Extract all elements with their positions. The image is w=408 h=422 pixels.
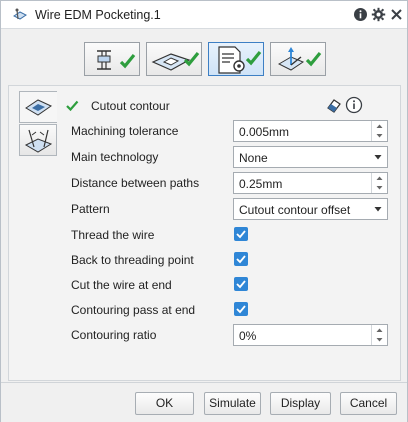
pattern-row: Pattern Cutout contour offset [57,198,397,220]
spin-down-icon[interactable] [372,131,387,141]
back-to-threading-point-label: Back to threading point [71,253,194,267]
distance-between-paths-row: Distance between paths 0.25mm [57,172,397,194]
strategy-parameters-icon [218,46,262,74]
title-bar: Wire EDM Pocketing.1 [1,1,407,29]
checkbox-check-icon [236,255,246,264]
strategy-tabs [1,36,407,82]
contouring-ratio-value: 0% [239,329,257,343]
spin-down-icon[interactable] [372,183,387,193]
macro-axis-icon [277,47,322,71]
distance-between-paths-value: 0.25mm [239,177,283,191]
checkbox-check-icon [236,305,246,314]
sidebar-tabs [19,91,57,159]
pattern-select[interactable]: Cutout contour offset [233,198,388,220]
tab-tool-assembly[interactable] [84,42,140,76]
contouring-pass-at-end-label: Contouring pass at end [71,303,196,317]
thread-the-wire-label: Thread the wire [71,228,155,242]
contouring-pass-at-end-checkbox[interactable] [234,302,248,316]
wire-edm-icon [13,8,27,20]
contouring-ratio-input[interactable]: 0% [233,324,388,346]
cutout-contour-icon [25,99,53,116]
chevron-down-icon [374,207,382,212]
display-button[interactable]: Display [270,392,331,415]
checkbox-check-icon [236,230,246,239]
machining-tolerance-input[interactable]: 0.005mm [233,120,388,142]
pattern-value: Cutout contour offset [239,203,351,217]
gear-icon[interactable] [371,7,386,22]
info-icon[interactable] [345,96,363,114]
machining-tolerance-label: Machining tolerance [71,124,179,138]
spin-down-icon[interactable] [372,335,387,345]
main-technology-select[interactable]: None [233,146,388,168]
cancel-button[interactable]: Cancel [340,392,397,415]
tab-strategy-parameters[interactable] [208,42,264,76]
chevron-down-icon [374,155,382,160]
distance-between-paths-label: Distance between paths [71,176,200,190]
back-to-threading-point-checkbox[interactable] [234,252,248,266]
section-title: Cutout contour [91,99,170,113]
dialog-footer: OK Simulate Display Cancel [1,382,407,422]
spinner [371,173,387,193]
spinner [371,325,387,345]
dialog-window: Wire EDM Pocketing.1 Cutout contour Mach… [0,0,408,422]
tool-assembly-icon [97,50,136,70]
contouring-ratio-row: Contouring ratio 0% [57,324,397,346]
cut-wire-at-end-checkbox[interactable] [234,277,248,291]
spin-up-icon[interactable] [372,173,387,183]
back-to-threading-point-row: Back to threading point [57,249,397,271]
pattern-label: Pattern [71,202,110,216]
machining-tolerance-value: 0.005mm [239,125,290,139]
sidebar-item-cutout-contour[interactable] [19,91,57,123]
thread-the-wire-row: Thread the wire [57,224,397,246]
main-technology-label: Main technology [71,150,159,164]
checkbox-check-icon [236,280,246,289]
info-icon[interactable] [353,7,368,22]
simulate-button[interactable]: Simulate [204,392,261,415]
distance-between-paths-input[interactable]: 0.25mm [233,172,388,194]
cut-wire-at-end-row: Cut the wire at end [57,274,397,296]
spin-up-icon[interactable] [372,121,387,131]
contouring-ratio-label: Contouring ratio [71,328,157,342]
eraser-icon[interactable] [325,96,343,114]
tab-geometry[interactable] [146,42,202,76]
main-technology-row: Main technology None [57,146,397,168]
contouring-pass-at-end-row: Contouring pass at end [57,299,397,321]
thread-the-wire-checkbox[interactable] [234,227,248,241]
check-mark-icon [66,100,79,112]
spin-up-icon[interactable] [372,325,387,335]
tab-macro-axis[interactable] [270,42,326,76]
cutout-contour-section: Cutout contour Machining tolerance 0.005… [57,91,397,381]
close-icon[interactable] [389,7,404,22]
spinner [371,121,387,141]
cut-wire-at-end-label: Cut the wire at end [71,278,172,292]
sidebar-item-wire-path[interactable] [19,124,57,156]
section-header: Cutout contour [57,95,397,117]
geometry-part-icon [151,51,200,71]
machining-tolerance-row: Machining tolerance 0.005mm [57,120,397,142]
main-technology-value: None [239,151,268,165]
wire-path-icon [24,129,53,153]
window-title: Wire EDM Pocketing.1 [35,8,161,22]
ok-button[interactable]: OK [135,392,194,415]
